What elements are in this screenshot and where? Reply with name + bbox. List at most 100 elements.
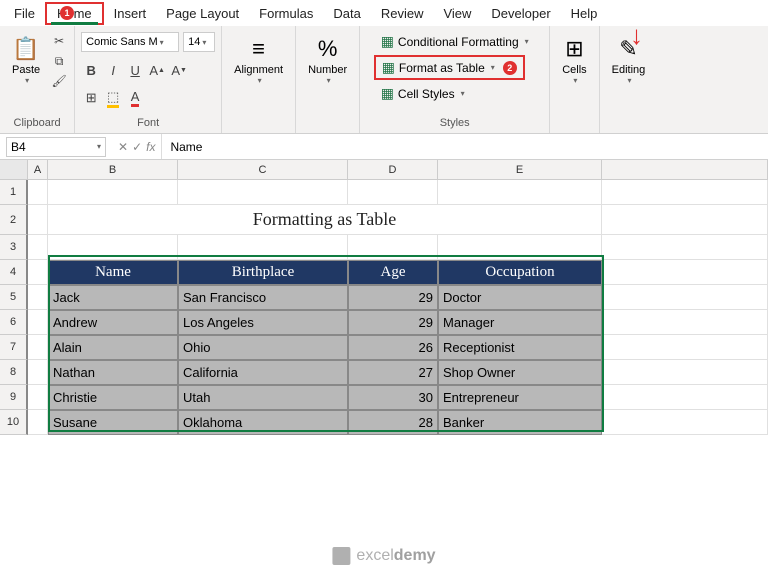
- cell[interactable]: [178, 235, 348, 260]
- row-header[interactable]: 8: [0, 360, 28, 385]
- cut-button[interactable]: ✂: [50, 32, 68, 50]
- cell[interactable]: Susane: [48, 410, 178, 435]
- cell[interactable]: [28, 285, 48, 310]
- col-header-b[interactable]: B: [48, 160, 178, 179]
- cells-button[interactable]: ⊞ Cells ▾: [556, 32, 592, 89]
- cell[interactable]: [602, 235, 768, 260]
- cell[interactable]: [28, 260, 48, 285]
- fill-color-button[interactable]: ⬚: [103, 88, 123, 108]
- cell[interactable]: [602, 180, 768, 205]
- cell[interactable]: 26: [348, 335, 438, 360]
- cell[interactable]: Oklahoma: [178, 410, 348, 435]
- menu-view[interactable]: View: [433, 2, 481, 25]
- menu-insert[interactable]: Insert: [104, 2, 157, 25]
- menu-developer[interactable]: Developer: [481, 2, 560, 25]
- fx-icon[interactable]: fx: [146, 140, 155, 154]
- row-header[interactable]: 3: [0, 235, 28, 260]
- cell[interactable]: [602, 310, 768, 335]
- cell[interactable]: Banker: [438, 410, 602, 435]
- cell[interactable]: Utah: [178, 385, 348, 410]
- cell[interactable]: [348, 180, 438, 205]
- header-cell-name[interactable]: Name: [48, 260, 178, 285]
- cancel-formula-icon[interactable]: ✕: [118, 140, 128, 154]
- cell[interactable]: Jack: [48, 285, 178, 310]
- col-header-a[interactable]: A: [28, 160, 48, 179]
- cell[interactable]: 28: [348, 410, 438, 435]
- cell[interactable]: Nathan: [48, 360, 178, 385]
- font-color-button[interactable]: A: [125, 88, 145, 108]
- cell[interactable]: Manager: [438, 310, 602, 335]
- cell[interactable]: 29: [348, 310, 438, 335]
- conditional-formatting-button[interactable]: ▦ Conditional Formatting ▾: [374, 30, 536, 53]
- menu-page-layout[interactable]: Page Layout: [156, 2, 249, 25]
- cell[interactable]: [348, 235, 438, 260]
- row-header[interactable]: 6: [0, 310, 28, 335]
- row-header[interactable]: 2: [0, 205, 28, 235]
- col-header-f[interactable]: [602, 160, 768, 179]
- row-header[interactable]: 1: [0, 180, 28, 205]
- italic-button[interactable]: I: [103, 60, 123, 80]
- format-as-table-button[interactable]: ▦ Format as Table ▾ 2: [374, 55, 525, 80]
- cell[interactable]: 27: [348, 360, 438, 385]
- cell[interactable]: [602, 285, 768, 310]
- cell[interactable]: [28, 205, 48, 235]
- cell[interactable]: [602, 410, 768, 435]
- bold-button[interactable]: B: [81, 60, 101, 80]
- number-button[interactable]: % Number ▾: [302, 32, 353, 89]
- enter-formula-icon[interactable]: ✓: [132, 140, 142, 154]
- cell[interactable]: [28, 310, 48, 335]
- menu-data[interactable]: Data: [323, 2, 370, 25]
- cell[interactable]: San Francisco: [178, 285, 348, 310]
- menu-help[interactable]: Help: [561, 2, 608, 25]
- title-cell[interactable]: Formatting as Table: [48, 205, 602, 235]
- cell[interactable]: [28, 410, 48, 435]
- decrease-font-button[interactable]: A▼: [169, 60, 189, 80]
- cell[interactable]: [178, 180, 348, 205]
- cell[interactable]: Receptionist: [438, 335, 602, 360]
- font-name-combo[interactable]: Comic Sans M▾: [81, 32, 179, 52]
- cell[interactable]: [48, 235, 178, 260]
- menu-formulas[interactable]: Formulas: [249, 2, 323, 25]
- row-header[interactable]: 9: [0, 385, 28, 410]
- increase-font-button[interactable]: A▲: [147, 60, 167, 80]
- cell[interactable]: Alain: [48, 335, 178, 360]
- row-header[interactable]: 4: [0, 260, 28, 285]
- cell[interactable]: Los Angeles: [178, 310, 348, 335]
- header-cell-birthplace[interactable]: Birthplace: [178, 260, 348, 285]
- cell[interactable]: [28, 335, 48, 360]
- copy-button[interactable]: ⧉: [50, 52, 68, 70]
- cell[interactable]: [602, 385, 768, 410]
- cell[interactable]: Andrew: [48, 310, 178, 335]
- row-header[interactable]: 5: [0, 285, 28, 310]
- cell[interactable]: [602, 205, 768, 235]
- row-header[interactable]: 7: [0, 335, 28, 360]
- cell[interactable]: 29: [348, 285, 438, 310]
- header-cell-occupation[interactable]: Occupation: [438, 260, 602, 285]
- underline-button[interactable]: U: [125, 60, 145, 80]
- border-button[interactable]: ⊞: [81, 88, 101, 108]
- cell[interactable]: [28, 360, 48, 385]
- cell[interactable]: [602, 360, 768, 385]
- formula-input[interactable]: Name: [161, 134, 768, 159]
- alignment-button[interactable]: ≡ Alignment ▾: [228, 32, 289, 89]
- cell[interactable]: Christie: [48, 385, 178, 410]
- select-all-corner[interactable]: [0, 160, 28, 179]
- row-header[interactable]: 10: [0, 410, 28, 435]
- cell[interactable]: Shop Owner: [438, 360, 602, 385]
- cell[interactable]: [602, 335, 768, 360]
- editing-button[interactable]: ✎ Editing ▾: [606, 32, 652, 89]
- col-header-c[interactable]: C: [178, 160, 348, 179]
- name-box[interactable]: B4▾: [6, 137, 106, 157]
- menu-review[interactable]: Review: [371, 2, 434, 25]
- header-cell-age[interactable]: Age: [348, 260, 438, 285]
- cell[interactable]: Entrepreneur: [438, 385, 602, 410]
- cell[interactable]: [438, 235, 602, 260]
- menu-file[interactable]: File: [4, 2, 45, 25]
- cell[interactable]: [28, 180, 48, 205]
- format-painter-button[interactable]: 🖌: [50, 72, 68, 90]
- col-header-e[interactable]: E: [438, 160, 602, 179]
- cell[interactable]: Ohio: [178, 335, 348, 360]
- cell[interactable]: [602, 260, 768, 285]
- cell[interactable]: Doctor: [438, 285, 602, 310]
- font-size-combo[interactable]: 14▾: [183, 32, 215, 52]
